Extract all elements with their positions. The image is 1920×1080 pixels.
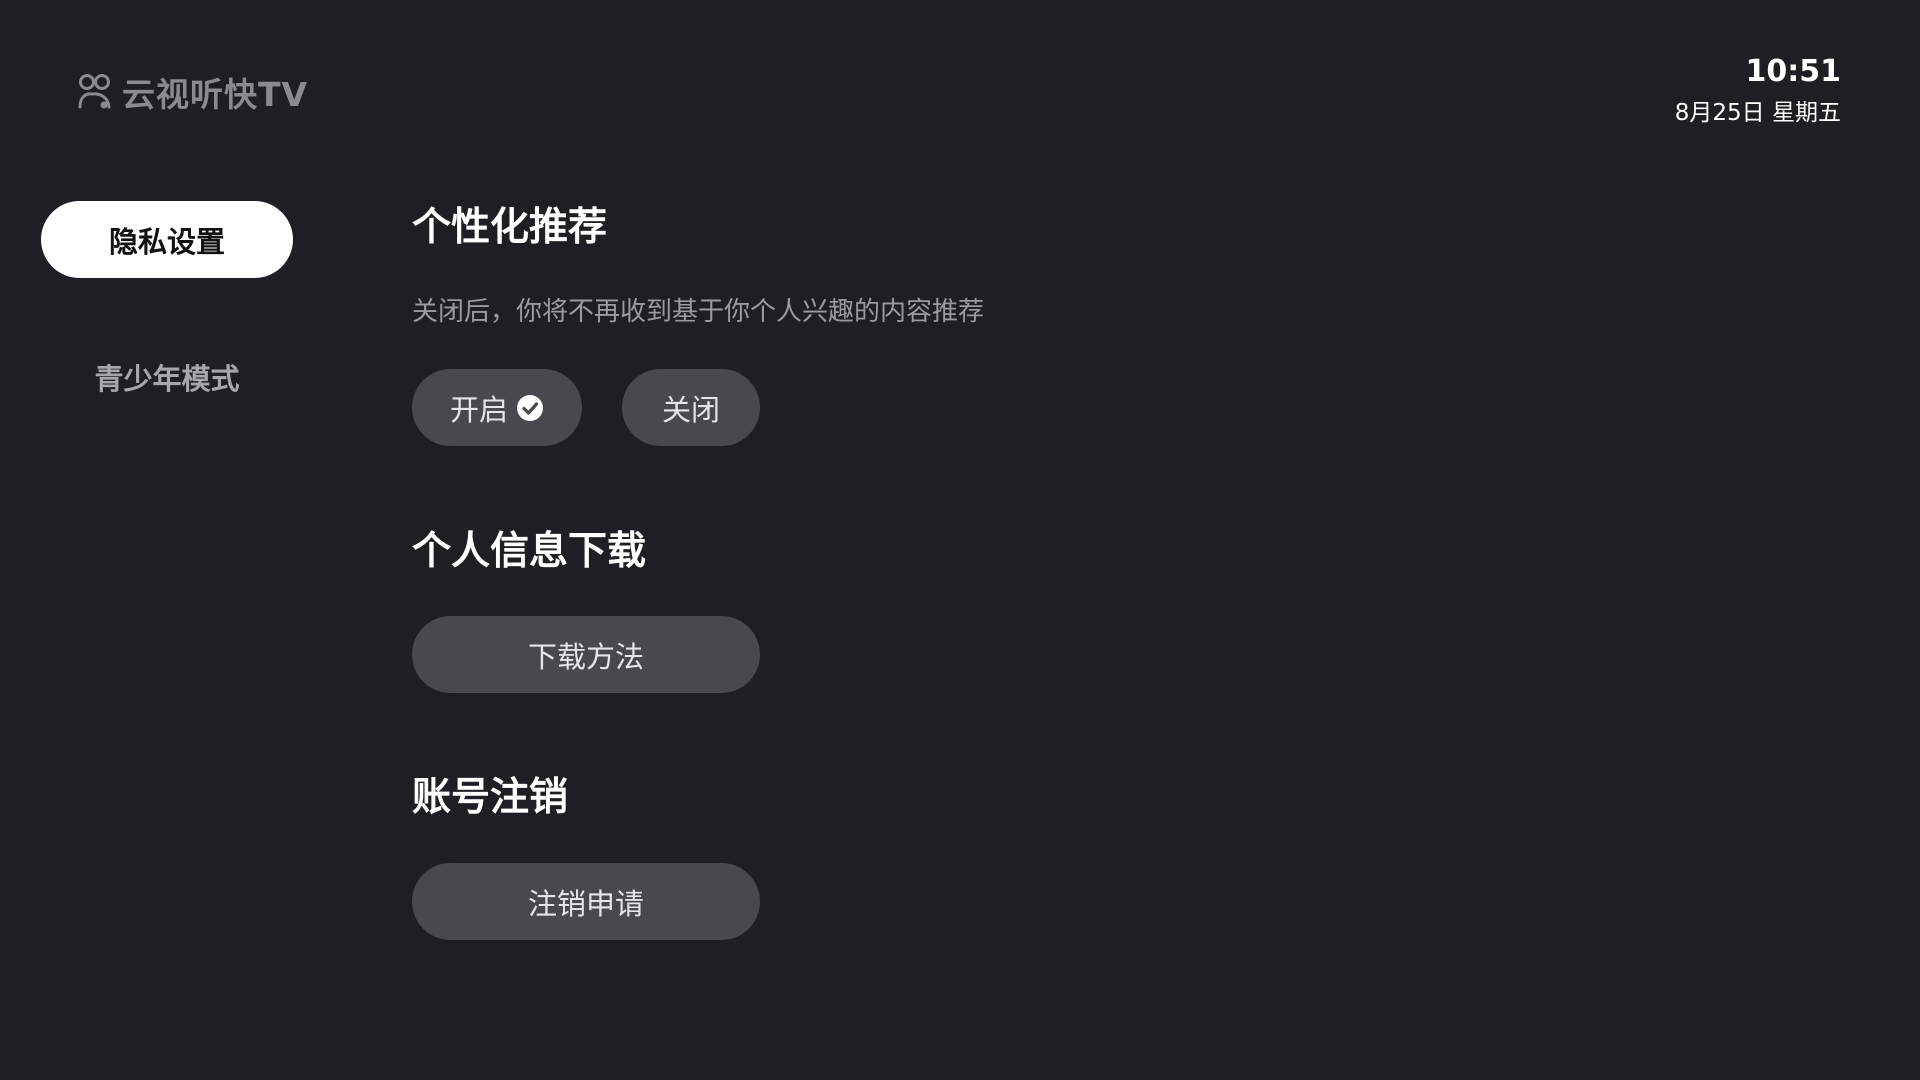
people-icon (78, 74, 111, 109)
sidebar-item-teen-mode[interactable]: 青少年模式 (41, 338, 293, 415)
settings-screen: 云视听快TV 10:51 8月25日 星期五 隐私设置 青少年模式 个性化推荐 … (0, 0, 1920, 1080)
clock-time: 10:51 (1745, 54, 1842, 89)
sidebar-item-privacy-settings[interactable]: 隐私设置 (41, 201, 293, 278)
account-cancel-title: 账号注销 (412, 775, 569, 820)
download-method-label: 下载方法 (527, 639, 644, 674)
disable-button[interactable]: 关闭 (622, 369, 760, 446)
personalized-description: 关闭后，你将不再收到基于你个人兴趣的内容推荐 (412, 297, 985, 327)
clock: 10:51 8月25日 星期五 (1675, 52, 1841, 130)
download-method-button[interactable]: 下载方法 (412, 616, 760, 693)
download-title: 个人信息下载 (412, 529, 647, 574)
cancel-apply-button[interactable]: 注销申请 (412, 863, 760, 940)
check-circle-icon (517, 394, 543, 421)
disable-button-label: 关闭 (661, 392, 720, 427)
personalized-title: 个性化推荐 (412, 205, 608, 250)
clock-date: 8月25日 星期五 (1674, 100, 1841, 126)
enable-button-label: 开启 (449, 392, 508, 427)
app-logo: 云视听快TV (78, 70, 308, 114)
cancel-apply-label: 注销申请 (527, 886, 644, 921)
app-name: 云视听快TV (122, 75, 309, 114)
enable-button[interactable]: 开启 (412, 369, 582, 446)
